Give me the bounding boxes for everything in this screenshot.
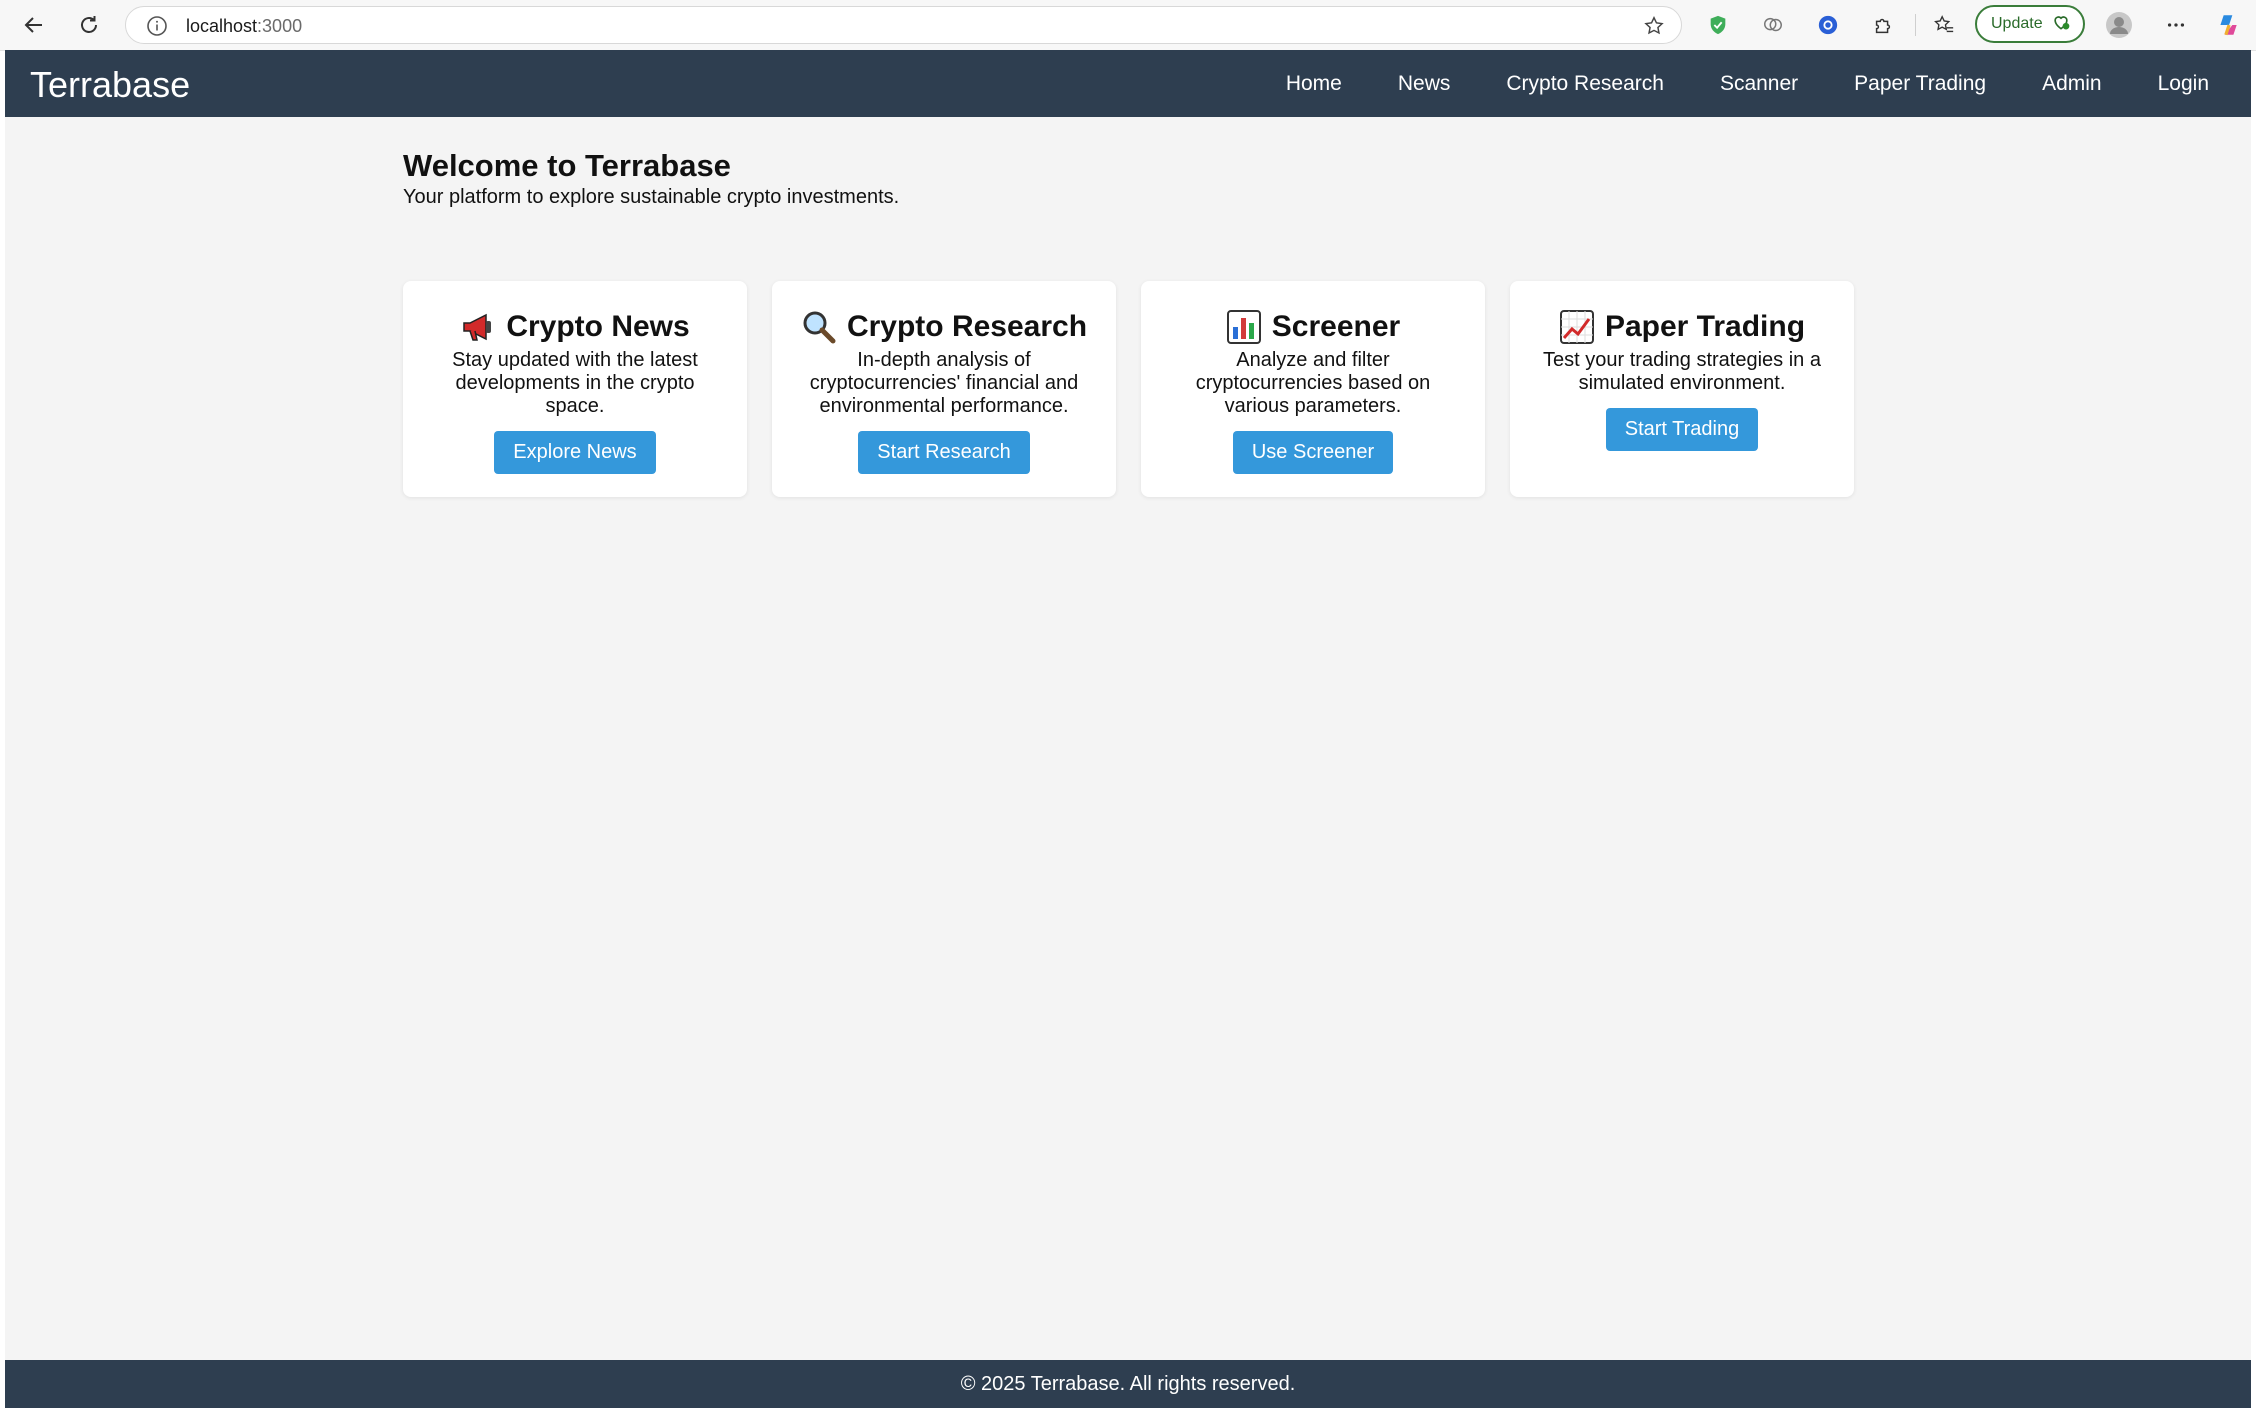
address-bar[interactable]: localhost:3000: [125, 6, 1682, 44]
card-title: Crypto Research: [846, 310, 1088, 343]
nav-scanner[interactable]: Scanner: [1692, 50, 1826, 117]
puzzle-icon[interactable]: [1865, 7, 1901, 43]
page-title: Welcome to Terrabase: [403, 148, 731, 183]
brain-icon[interactable]: [1755, 7, 1791, 43]
url-text[interactable]: localhost:3000: [186, 16, 302, 37]
toolbar-divider: [1915, 14, 1916, 36]
card-crypto-research: Crypto Research In-depth analysis of cry…: [772, 281, 1116, 497]
shield-icon[interactable]: [1700, 7, 1736, 43]
card-header: Screener: [1226, 307, 1400, 347]
url-host: localhost: [186, 16, 258, 36]
nav-paper-trading[interactable]: Paper Trading: [1826, 50, 2014, 117]
card-crypto-news: Crypto News Stay updated with the latest…: [403, 281, 747, 497]
nav-links: Home News Crypto Research Scanner Paper …: [1258, 50, 2251, 117]
start-research-button[interactable]: Start Research: [858, 431, 1030, 474]
update-button[interactable]: Update: [1975, 5, 2085, 43]
card-description: Test your trading strategies in a simula…: [1543, 349, 1821, 394]
page-subtitle: Your platform to explore sustainable cry…: [403, 186, 900, 208]
page: Terrabase Home News Crypto Research Scan…: [5, 50, 2251, 1408]
card-description: Stay updated with the latest development…: [452, 349, 698, 417]
top-navbar: Terrabase Home News Crypto Research Scan…: [5, 50, 2251, 117]
footer-copyright: © 2025 Terrabase. All rights reserved.: [960, 1372, 1296, 1395]
card-paper-trading: Paper Trading Test your trading strategi…: [1510, 281, 1854, 497]
card-header: Crypto Research: [801, 307, 1087, 347]
megaphone-icon: [460, 309, 496, 345]
favorites-icon[interactable]: [1926, 7, 1962, 43]
footer: © 2025 Terrabase. All rights reserved.: [5, 1360, 2251, 1408]
more-icon[interactable]: [2158, 7, 2194, 43]
extension-badge-icon[interactable]: [1810, 7, 1846, 43]
trend-chart-icon: [1559, 309, 1595, 345]
nav-home[interactable]: Home: [1258, 50, 1370, 117]
card-title: Screener: [1271, 310, 1401, 343]
back-icon[interactable]: [16, 7, 52, 43]
card-description: Analyze and filter cryptocurrencies base…: [1195, 349, 1431, 417]
bar-chart-icon: [1226, 309, 1262, 345]
explore-news-button[interactable]: Explore News: [494, 431, 656, 474]
update-label: Update: [1991, 15, 2043, 32]
card-header: Crypto News: [460, 307, 690, 347]
card-description: In-depth analysis of cryptocurrencies' f…: [809, 349, 1079, 417]
brand-logo-text[interactable]: Terrabase: [30, 64, 190, 106]
reload-icon[interactable]: [71, 7, 107, 43]
card-title: Paper Trading: [1604, 310, 1806, 343]
nav-news[interactable]: News: [1370, 50, 1479, 117]
nav-login[interactable]: Login: [2130, 50, 2251, 117]
magnifier-icon: [801, 309, 837, 345]
star-icon[interactable]: [1643, 15, 1665, 37]
use-screener-button[interactable]: Use Screener: [1232, 431, 1394, 474]
nav-crypto-research[interactable]: Crypto Research: [1478, 50, 1692, 117]
start-trading-button[interactable]: Start Trading: [1605, 408, 1759, 451]
url-port: :3000: [257, 16, 303, 36]
site-info-icon[interactable]: [146, 15, 168, 37]
heart-icon: [2051, 12, 2071, 37]
nav-admin[interactable]: Admin: [2014, 50, 2130, 117]
card-title: Crypto News: [506, 310, 690, 343]
feature-cards: Crypto News Stay updated with the latest…: [403, 281, 1854, 497]
main-content: Welcome to Terrabase Your platform to ex…: [403, 147, 1863, 497]
copilot-icon[interactable]: [2210, 7, 2246, 43]
browser-toolbar: localhost:3000 Update: [0, 0, 2256, 51]
card-screener: Screener Analyze and filter cryptocurren…: [1141, 281, 1485, 497]
card-header: Paper Trading: [1559, 307, 1805, 347]
profile-avatar-icon[interactable]: [2101, 7, 2137, 43]
